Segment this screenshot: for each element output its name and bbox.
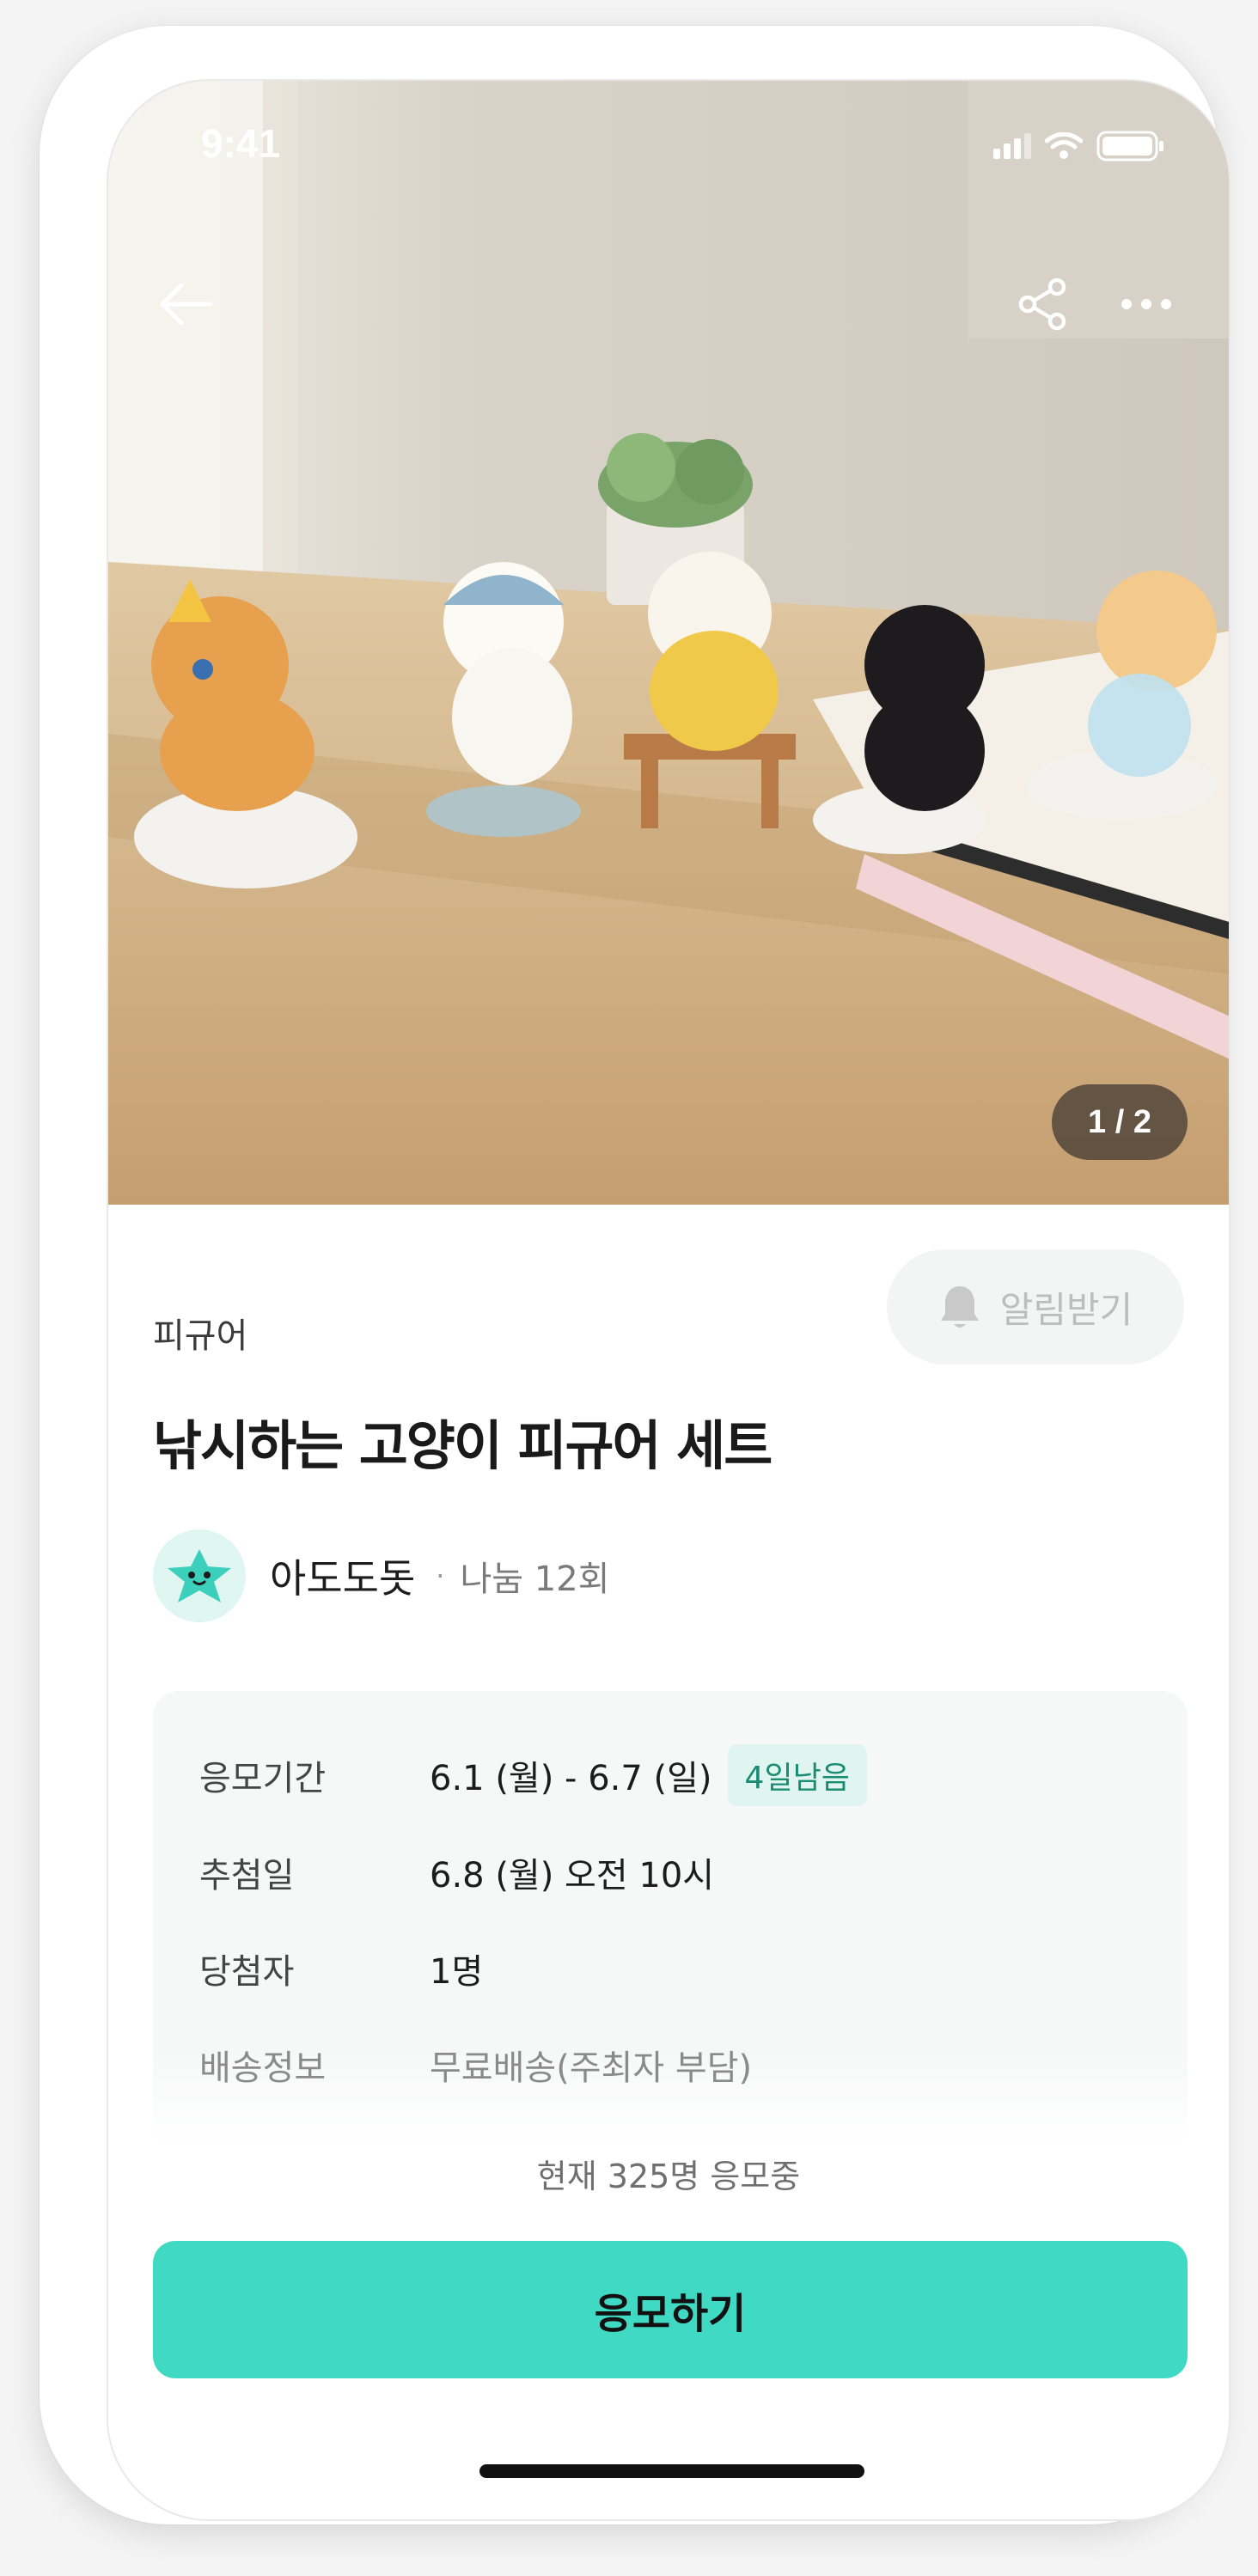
period-label: 응모기간 (199, 1759, 327, 1798)
screen: 9:41 1 / 2 피규어 알림받기 낚시하는 고양이 피규어 세트 아도도돗… (107, 79, 1231, 2521)
product-category: 피규어 (153, 1316, 248, 1356)
image-page-counter: 1 / 2 (1052, 1084, 1188, 1160)
seller-name[interactable]: 아도도돗 (270, 1547, 415, 1604)
star-mascot-icon (168, 1549, 231, 1602)
home-indicator[interactable] (479, 2464, 864, 2478)
bell-icon (940, 1286, 979, 1328)
seller-info[interactable]: 아도도돗 · 나눔 12회 (153, 1529, 609, 1622)
draw-date-label: 추첨일 (199, 1856, 295, 1895)
share-icon (1018, 278, 1066, 331)
back-button[interactable] (151, 270, 220, 339)
phone-frame: 9:41 1 / 2 피규어 알림받기 낚시하는 고양이 피규어 세트 아도도돗… (40, 26, 1231, 2524)
period-value: 6.1 (월) - 6.7 (일) (430, 1759, 712, 1798)
notify-label: 알림받기 (999, 1288, 1133, 1331)
more-button[interactable] (1112, 270, 1181, 339)
winners-label: 당첨자 (199, 1952, 295, 1992)
shipping-value: 무료배송(주최자 부담) (430, 2048, 753, 2088)
info-row-draw-date: 추첨일 6.8 (월) 오전 10시 (199, 1847, 714, 1897)
avatar[interactable] (153, 1529, 246, 1622)
info-row-winners: 당첨자 1명 (199, 1944, 483, 1993)
battery-icon (1096, 131, 1163, 162)
more-icon (1121, 299, 1171, 309)
wifi-icon (1045, 132, 1083, 159)
seller-separator: · (436, 1560, 445, 1592)
arrow-left-icon (160, 283, 213, 326)
product-photo (108, 81, 1229, 1205)
info-row-shipping: 배송정보 무료배송(주최자 부담) (199, 2040, 752, 2090)
status-bar: 9:41 (108, 81, 1229, 201)
days-left-badge: 4일남음 (727, 1744, 867, 1806)
status-time: 9:41 (201, 121, 281, 166)
signal-icon (993, 133, 1031, 159)
applicant-count: 현재 325명 응모중 (536, 2158, 801, 2195)
seller-share-count: 나눔 12회 (460, 1560, 610, 1599)
apply-button[interactable]: 응모하기 (153, 2241, 1188, 2378)
share-button[interactable] (1009, 270, 1078, 339)
product-image[interactable]: 9:41 1 / 2 (108, 81, 1229, 1205)
winners-value: 1명 (430, 1952, 484, 1992)
status-icons (993, 131, 1165, 162)
shipping-label: 배송정보 (199, 2048, 327, 2088)
notify-button[interactable]: 알림받기 (887, 1249, 1184, 1364)
product-title: 낚시하는 고양이 피규어 세트 (153, 1414, 773, 1477)
info-row-period: 응모기간 6.1 (월) - 6.7 (일) 4일남음 (199, 1744, 867, 1806)
draw-date-value: 6.8 (월) 오전 10시 (430, 1856, 715, 1895)
giveaway-info-card: 응모기간 6.1 (월) - 6.7 (일) 4일남음 추첨일 6.8 (월) … (153, 1691, 1188, 2150)
